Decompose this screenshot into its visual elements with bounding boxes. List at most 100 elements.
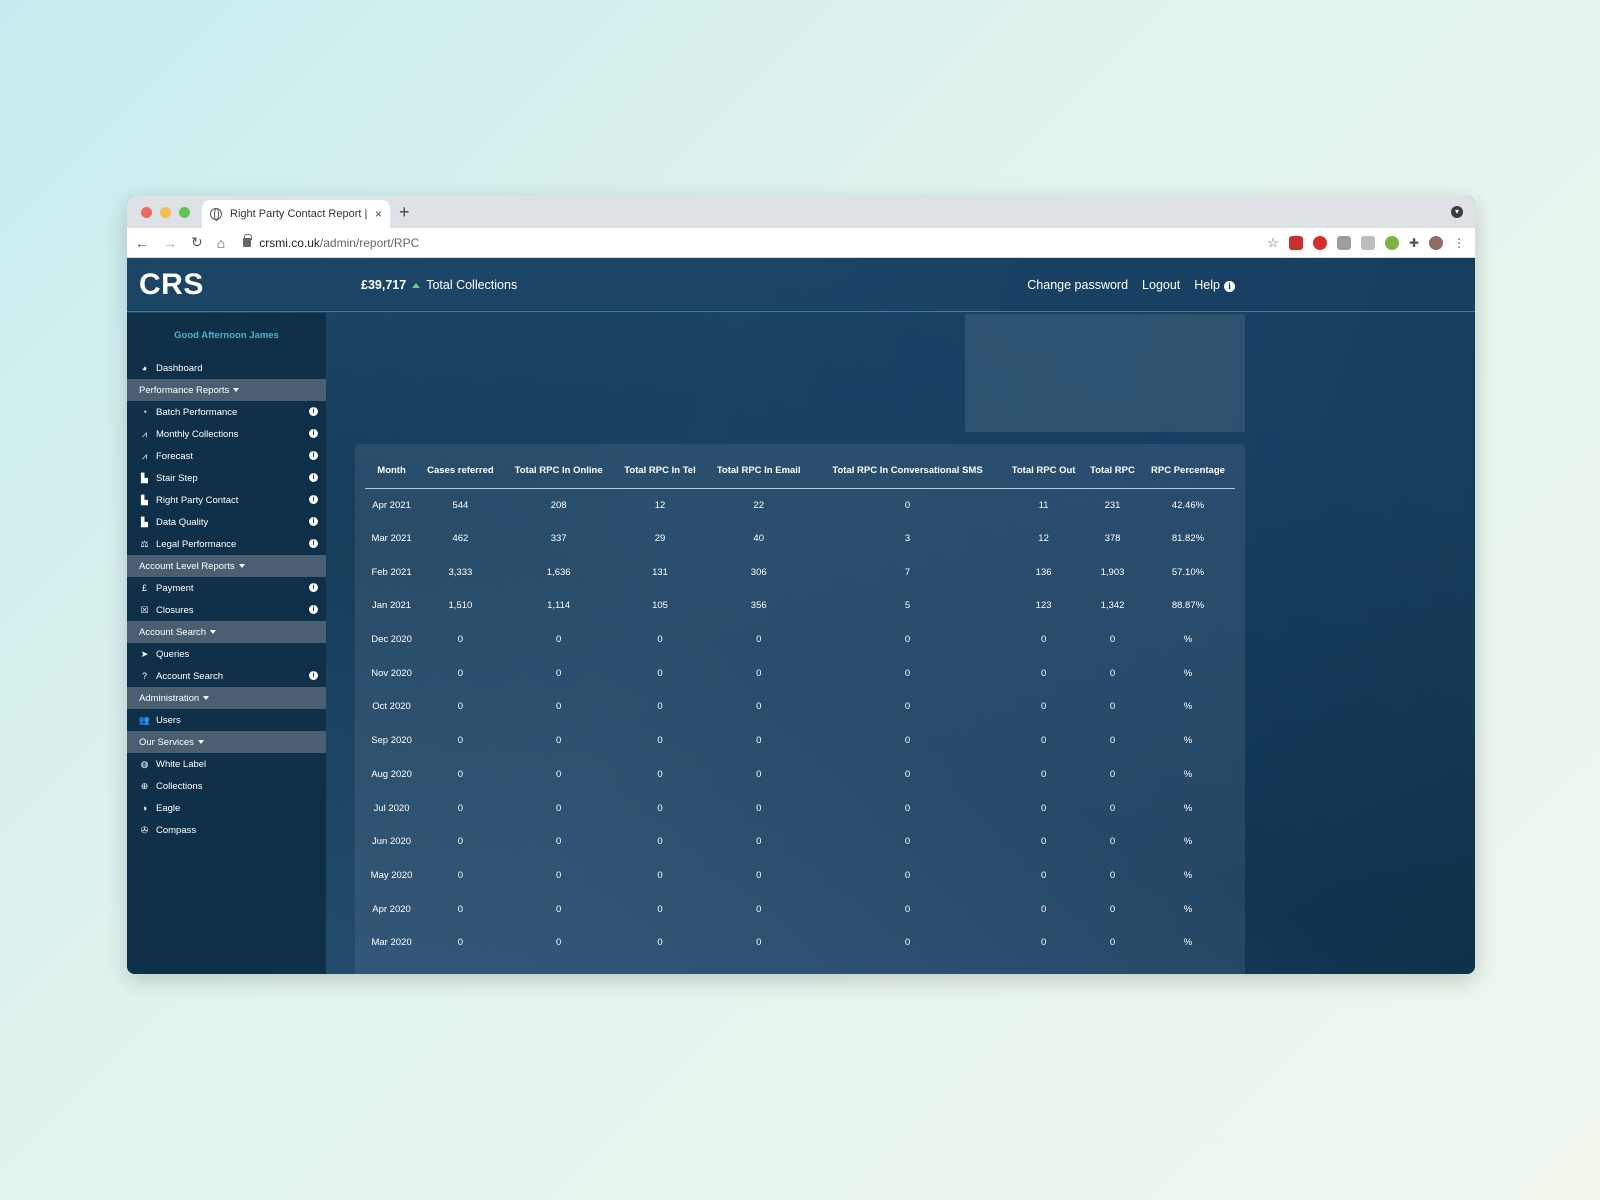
table-cell: 0 [457,667,464,679]
info-icon[interactable]: i [309,495,318,504]
table-cell: 123 [1035,600,1052,612]
sidebar-item-dashboard[interactable]: ◕ Dashboard [127,357,326,379]
table-cell: 0 [904,735,911,747]
maximize-window-button[interactable] [179,207,190,218]
info-icon[interactable]: i [309,671,318,680]
sidebar-item-payment[interactable]: £ Payment i [127,577,326,599]
close-window-button[interactable] [141,207,152,218]
trend-up-icon [412,282,421,288]
table-cell: % [1183,937,1193,949]
sidebar-item-forecast[interactable]: ⩘ Forecast i [127,445,326,467]
adblock-extension-icon[interactable] [1312,236,1327,250]
sidebar-section-our-services[interactable]: Our Services [127,731,326,753]
table-cell: Apr 2020 [372,903,411,915]
table-cell: 0 [1109,903,1116,915]
browser-window: Right Party Contact Report | Cr × + ▾ ← … [127,196,1475,974]
table-cell: Apr 2021 [372,499,411,511]
table-cell: May 2020 [370,869,413,881]
info-icon[interactable]: i [309,539,318,548]
green-extension-icon[interactable] [1384,236,1399,250]
globe-icon [210,208,222,221]
table-cell: % [1183,735,1193,747]
sidebar-item-batch-performance[interactable]: ◔ Batch Performance i [127,401,326,423]
pdf-extension-icon[interactable] [1288,236,1303,250]
logout-link[interactable]: Logout [1142,278,1180,292]
table-cell: 0 [1040,869,1047,881]
grey-extension-icon[interactable] [1360,236,1375,250]
sidebar-section-administration[interactable]: Administration [127,687,326,709]
sidebar-item-white-label[interactable]: ◍ White Label [127,753,326,775]
table-cell: 1,114 [547,600,571,612]
sidebar-item-right-party-contact[interactable]: ▙ Right Party Contact i [127,489,326,511]
table-cell: 0 [657,634,663,646]
table-cell: 337 [550,533,567,545]
puzzle-icon[interactable]: ✚ [1409,236,1419,250]
sidebar-item-eagle[interactable]: ◑ Eagle [127,797,326,819]
table-cell: 1,636 [546,566,571,578]
help-link[interactable]: Help i [1194,278,1235,292]
forward-icon[interactable]: → [163,235,177,251]
table-cell: Feb 2021 [371,566,412,578]
info-icon[interactable]: i [309,517,318,526]
new-tab-button[interactable]: + [399,202,410,223]
window-controls [141,207,190,218]
bookmark-star-icon[interactable]: ☆ [1267,235,1279,251]
sidebar-item-label: Account Search [156,670,224,682]
sidebar-item-queries[interactable]: ➤ Queries [127,643,326,665]
sidebar-item-legal-performance[interactable]: ⚖ Legal Performance i [127,533,326,555]
sidebar-item-compass[interactable]: ✇ Compass [127,819,326,841]
table-cell: 0 [904,667,911,679]
table-cell: 0 [1040,735,1047,747]
info-icon[interactable]: i [309,407,318,416]
crs-logo[interactable]: CRS [139,268,204,302]
address-bar[interactable]: crsmi.co.uk/admin/report/RPC [243,234,419,250]
table-cell: 0 [556,937,562,949]
table-row: Jun 2020 0 0 0 0 0 0 0% [365,825,1235,859]
table-cell: 0 [657,937,663,949]
table-cell: 0 [756,937,762,949]
change-password-link[interactable]: Change password [1027,278,1128,292]
lock-icon [243,234,253,247]
reload-icon[interactable]: ↻ [191,234,203,251]
minimize-window-button[interactable] [160,207,171,218]
sidebar-item-data-quality[interactable]: ▙ Data Quality i [127,511,326,533]
column-header: RPC Percentage [1140,444,1235,489]
sidebar-item-label: Batch Performance [156,406,238,418]
sidebar-item-closures[interactable]: ☒ Closures i [127,599,326,621]
home-icon[interactable]: ⌂ [217,235,225,251]
tab-search-icon[interactable]: ▾ [1451,206,1463,218]
sidebar-section-account-search[interactable]: Account Search [127,621,326,643]
table-cell: 136 [1035,566,1052,578]
info-icon[interactable]: i [309,605,318,614]
sidebar-section-account-level-reports[interactable]: Account Level Reports [127,555,326,577]
menu-dots-icon[interactable]: ⋮ [1453,236,1465,250]
sidebar-item-account-search[interactable]: ? Account Search i [127,665,326,687]
table-cell: 0 [756,634,762,646]
info-icon[interactable]: i [309,583,318,592]
info-icon[interactable]: i [309,451,318,460]
table-cell: 0 [1109,634,1116,646]
table-cell: 0 [756,768,762,780]
screenshot-extension-icon[interactable] [1336,236,1351,250]
table-cell: 0 [1109,735,1116,747]
table-cell: 0 [657,869,663,881]
table-cell: Mar 2021 [371,533,412,545]
sidebar-item-stair-step[interactable]: ▙ Stair Step i [127,467,326,489]
table-cell: % [1183,634,1193,646]
close-tab-icon[interactable]: × [375,207,382,221]
avatar[interactable] [1429,236,1443,250]
address-toolbar: ← → ↻ ⌂ crsmi.co.uk/admin/report/RPC ☆ ✚… [127,228,1475,258]
info-icon[interactable]: i [309,473,318,482]
back-icon[interactable]: ← [135,235,149,251]
app-header: CRS £39,717 Total Collections Change pas… [127,258,1475,312]
sidebar-section-performance-reports[interactable]: Performance Reports [127,379,326,401]
table-cell: 0 [904,802,911,814]
sidebar-item-monthly-collections[interactable]: ⩘ Monthly Collections i [127,423,326,445]
browser-tab[interactable]: Right Party Contact Report | Cr × [202,200,390,228]
table-row: Oct 2020 0 0 0 0 0 0 0% [365,690,1235,724]
sidebar-item-users[interactable]: 👥 Users [127,709,326,731]
table-cell: 0 [1109,802,1116,814]
white-label-icon: ◍ [140,758,149,769]
sidebar-item-collections[interactable]: ⊕ Collections [127,775,326,797]
info-icon[interactable]: i [309,429,318,438]
